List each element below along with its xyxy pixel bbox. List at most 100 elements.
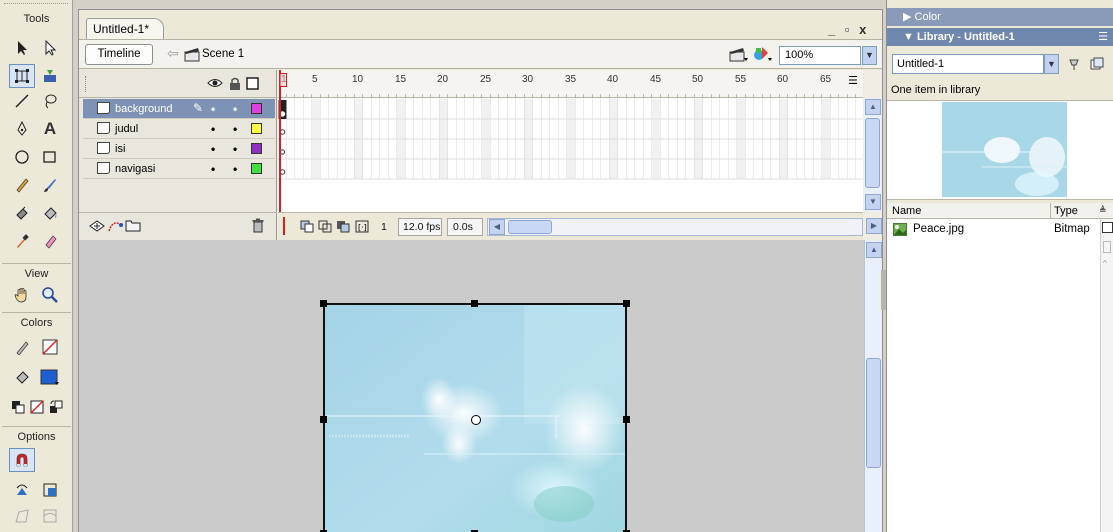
snap-magnet-icon[interactable]: [9, 448, 35, 472]
lock-dot[interactable]: •: [233, 142, 237, 156]
scene-label[interactable]: Scene 1: [202, 48, 244, 60]
subselect-tool-icon[interactable]: [37, 36, 63, 60]
arrow-tool-icon[interactable]: [9, 36, 35, 60]
type-column-header[interactable]: Type: [1054, 205, 1078, 217]
stage-vertical-scrollbar[interactable]: ▲: [864, 240, 882, 532]
timeline-grip[interactable]: [85, 76, 88, 92]
visibility-dot[interactable]: •: [211, 162, 215, 176]
stroke-color-icon[interactable]: [9, 335, 35, 359]
panel-grip[interactable]: [4, 3, 68, 6]
playhead-marker[interactable]: [279, 73, 287, 87]
window-controls[interactable]: _ ▫ x: [828, 22, 869, 37]
document-tab[interactable]: Untitled-1*: [86, 18, 164, 39]
sort-icon[interactable]: ≜: [1099, 205, 1107, 216]
scroll-thumb[interactable]: [865, 118, 880, 188]
scroll-thumb[interactable]: [508, 220, 552, 234]
line-tool-icon[interactable]: [9, 89, 35, 113]
free-transform-tool-icon[interactable]: [9, 64, 35, 88]
layer-row-background[interactable]: background ✎ • •: [83, 99, 275, 119]
center-frame-icon[interactable]: [283, 217, 285, 235]
fill-color-icon[interactable]: [9, 365, 35, 389]
fill-transform-tool-icon[interactable]: [37, 64, 63, 88]
transform-pivot-point[interactable]: [471, 415, 481, 425]
scroll-thumb[interactable]: [866, 358, 881, 468]
timeline-button[interactable]: Timeline: [85, 44, 153, 65]
zoom-tool-icon[interactable]: [37, 283, 63, 307]
rotate-skew-icon[interactable]: [9, 478, 35, 502]
visibility-dot[interactable]: •: [211, 122, 215, 136]
timeline-horizontal-scrollbar[interactable]: ◀: [487, 218, 863, 236]
layer-row-navigasi[interactable]: navigasi • •: [83, 159, 275, 179]
scroll-down-icon[interactable]: ▼: [865, 194, 881, 210]
fill-swatch[interactable]: [37, 365, 63, 389]
color-panel-header[interactable]: ▶ Color: [887, 8, 1113, 26]
pen-tool-icon[interactable]: [9, 117, 35, 141]
pin-library-icon[interactable]: [1067, 57, 1081, 74]
eraser-tool-icon[interactable]: [37, 229, 63, 253]
brush-tool-icon[interactable]: [37, 173, 63, 197]
eyedropper-tool-icon[interactable]: [9, 229, 35, 253]
scroll-arrow-icon[interactable]: ^: [1103, 259, 1107, 268]
swap-colors-icon[interactable]: [43, 395, 69, 419]
lock-icon[interactable]: [229, 77, 241, 93]
scroll-right-icon[interactable]: ▶: [866, 218, 882, 234]
outline-icon[interactable]: [246, 77, 259, 93]
lasso-tool-icon[interactable]: [37, 89, 63, 113]
insert-layer-icon[interactable]: [89, 219, 105, 236]
lock-dot[interactable]: •: [233, 162, 237, 176]
name-column-header[interactable]: Name: [892, 205, 921, 217]
zoom-dropdown-icon[interactable]: ▼: [862, 46, 877, 65]
timeline-options-icon[interactable]: ☰: [848, 74, 858, 87]
transform-handle-top-left[interactable]: [320, 300, 327, 307]
insert-folder-icon[interactable]: [125, 218, 141, 235]
minimize-icon[interactable]: _: [828, 22, 838, 37]
outline-color-swatch[interactable]: [251, 103, 262, 114]
library-scrollbar[interactable]: ^: [1100, 219, 1113, 532]
oval-tool-icon[interactable]: [9, 145, 35, 169]
hand-tool-icon[interactable]: [9, 283, 35, 307]
transform-handle-middle-right[interactable]: [623, 416, 630, 423]
pencil-tool-icon[interactable]: [9, 173, 35, 197]
lock-dot[interactable]: •: [233, 102, 237, 116]
eye-icon[interactable]: [207, 77, 223, 92]
frame-ruler[interactable]: 1 5 10 15 20 25 30 35 40 45 50 55 60 65 …: [278, 70, 863, 98]
transform-handle-middle-left[interactable]: [320, 416, 327, 423]
stroke-swatch[interactable]: [37, 335, 63, 359]
timeline-vertical-scrollbar[interactable]: ▲ ▼: [864, 98, 882, 212]
paint-bucket-tool-icon[interactable]: [37, 201, 63, 225]
layer-row-judul[interactable]: judul • •: [83, 119, 275, 139]
scale-icon[interactable]: [37, 478, 63, 502]
back-arrow-icon[interactable]: ⇦: [167, 45, 179, 62]
scroll-left-icon[interactable]: ◀: [489, 219, 505, 235]
edit-scene-icon[interactable]: [729, 46, 749, 66]
outline-color-swatch[interactable]: [251, 123, 262, 134]
scroll-up-icon[interactable]: [1102, 222, 1113, 233]
new-library-panel-icon[interactable]: [1090, 57, 1104, 74]
trash-icon[interactable]: [252, 218, 264, 236]
stage-area[interactable]: [79, 240, 864, 532]
panel-options-icon[interactable]: ☰: [1098, 28, 1108, 46]
edit-multiple-frames-icon[interactable]: [336, 220, 350, 236]
rectangle-tool-icon[interactable]: [37, 145, 63, 169]
library-panel-header[interactable]: ▼ Library - Untitled-1 ☰: [887, 28, 1113, 46]
library-document-select[interactable]: Untitled-1: [892, 54, 1044, 74]
playhead[interactable]: [279, 70, 287, 212]
ink-bottle-tool-icon[interactable]: [9, 201, 35, 225]
scroll-thumb[interactable]: [1103, 241, 1111, 253]
scroll-up-icon[interactable]: ▲: [865, 99, 881, 115]
outline-color-swatch[interactable]: [251, 143, 262, 154]
edit-symbols-icon[interactable]: [752, 45, 774, 66]
visibility-dot[interactable]: •: [211, 102, 215, 116]
library-dropdown-icon[interactable]: ▼: [1044, 54, 1059, 74]
close-icon[interactable]: x: [859, 22, 869, 37]
outline-color-swatch[interactable]: [251, 163, 262, 174]
zoom-select[interactable]: 100%: [779, 46, 861, 65]
transform-handle-top-right[interactable]: [623, 300, 630, 307]
library-item-list[interactable]: Peace.jpg Bitmap: [887, 219, 1100, 532]
frames-grid[interactable]: 1 5 10 15 20 25 30 35 40 45 50 55 60 65 …: [278, 70, 863, 212]
add-motion-guide-icon[interactable]: [107, 219, 123, 236]
layer-row-isi[interactable]: isi • •: [83, 139, 275, 159]
transform-handle-top-center[interactable]: [471, 300, 478, 307]
onion-skin-icon[interactable]: [300, 220, 314, 236]
list-item[interactable]: Peace.jpg Bitmap: [887, 221, 1100, 239]
